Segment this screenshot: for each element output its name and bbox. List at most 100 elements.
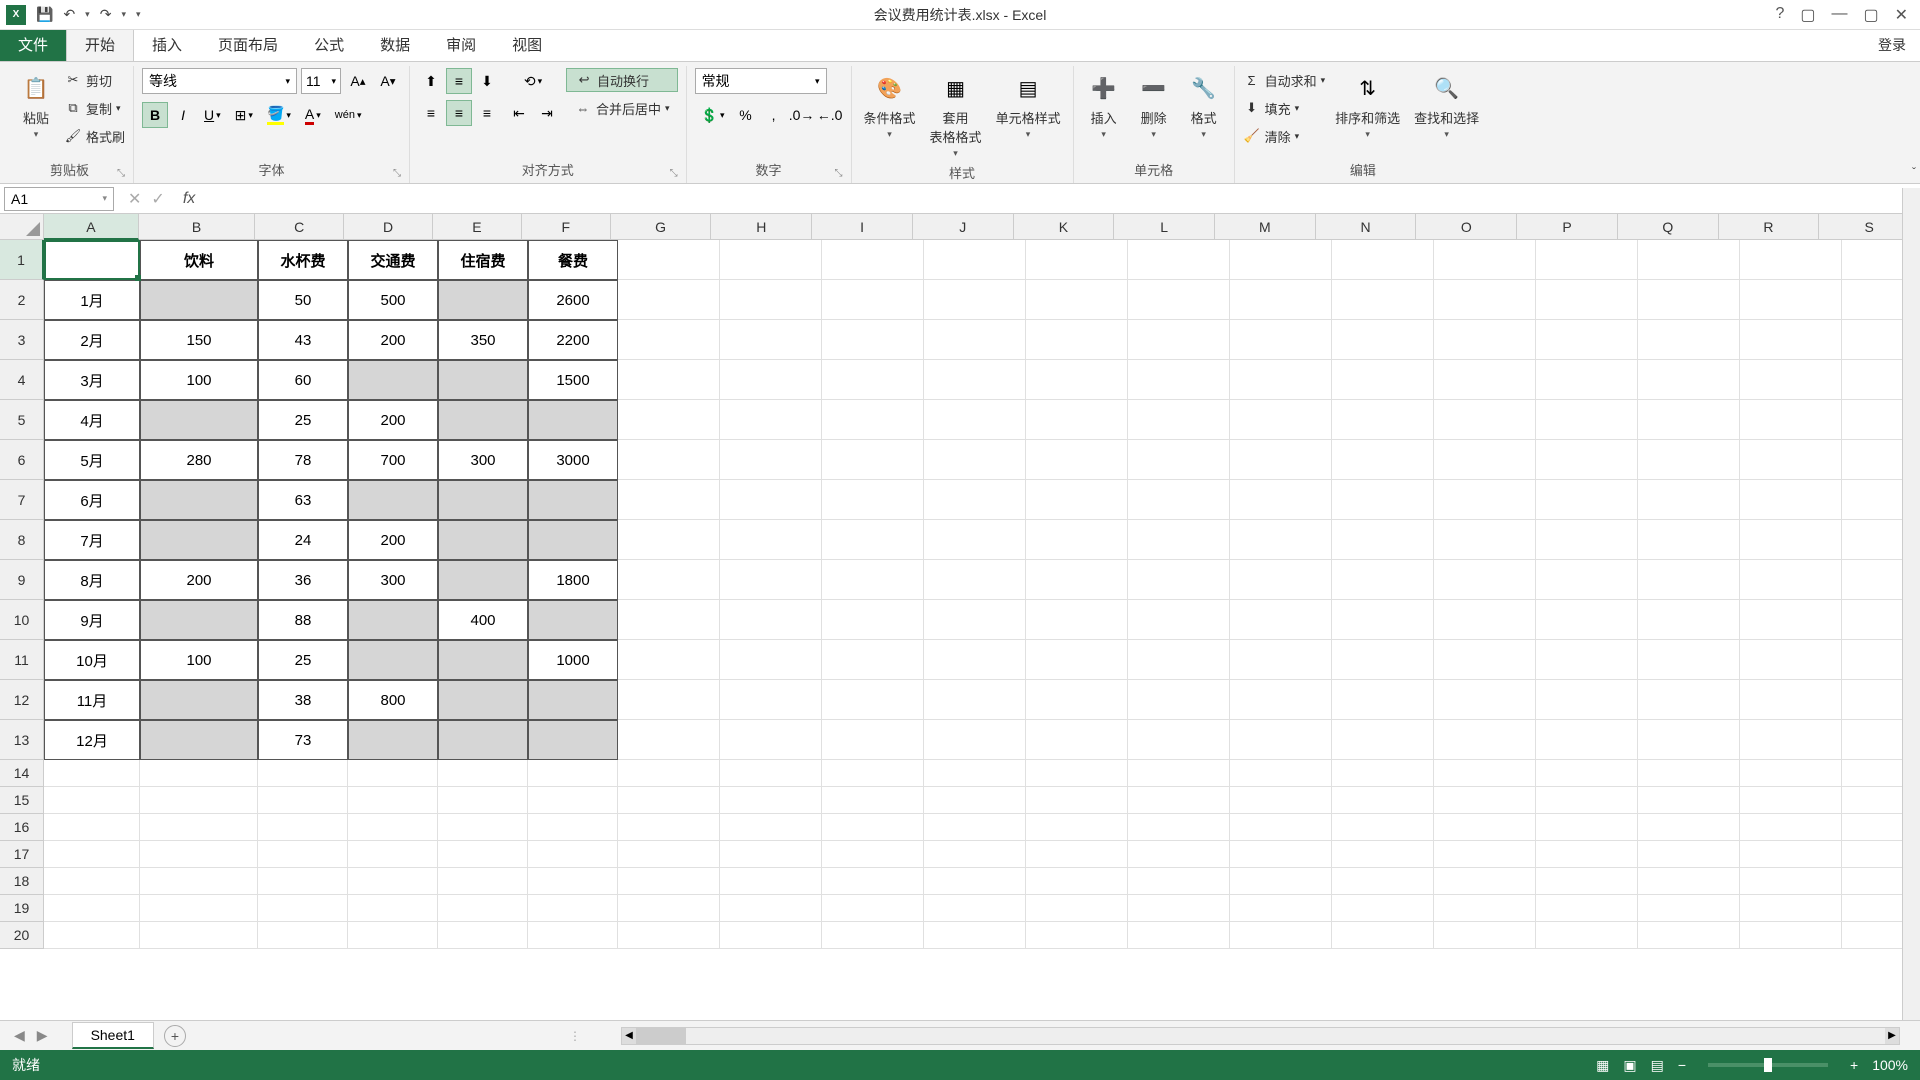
bold-button[interactable]: B	[142, 102, 168, 128]
cell[interactable]: 1500	[528, 360, 618, 400]
cell[interactable]: 800	[348, 680, 438, 720]
font-color-button[interactable]: A▾	[299, 102, 327, 128]
align-middle-button[interactable]: ≡	[446, 68, 472, 94]
vertical-scrollbar[interactable]	[1902, 188, 1920, 1020]
cell[interactable]	[720, 841, 822, 868]
cell[interactable]	[924, 841, 1026, 868]
cell[interactable]	[618, 814, 720, 841]
cell[interactable]	[1434, 560, 1536, 600]
cell[interactable]	[1332, 787, 1434, 814]
cell[interactable]	[1230, 760, 1332, 787]
cell[interactable]	[1026, 360, 1128, 400]
cell[interactable]	[924, 760, 1026, 787]
cell[interactable]	[438, 280, 528, 320]
cell[interactable]	[1128, 760, 1230, 787]
row-header[interactable]: 19	[0, 895, 44, 922]
cell[interactable]	[1638, 440, 1740, 480]
column-header[interactable]: E	[433, 214, 522, 240]
scroll-right-icon[interactable]: ▶	[1885, 1028, 1899, 1044]
cell[interactable]	[1332, 400, 1434, 440]
cell[interactable]: 500	[348, 280, 438, 320]
font-size-select[interactable]: 11▾	[301, 68, 341, 94]
cell[interactable]	[924, 560, 1026, 600]
cell[interactable]	[1230, 400, 1332, 440]
cell[interactable]	[822, 320, 924, 360]
cell[interactable]	[1026, 440, 1128, 480]
column-header[interactable]: F	[522, 214, 611, 240]
cell[interactable]	[1434, 320, 1536, 360]
cell[interactable]	[1332, 720, 1434, 760]
cell[interactable]	[924, 680, 1026, 720]
cell[interactable]	[1332, 560, 1434, 600]
cut-button[interactable]: ✂剪切	[64, 68, 125, 92]
tab-data[interactable]: 数据	[362, 28, 428, 61]
cell[interactable]	[822, 680, 924, 720]
cell[interactable]	[618, 360, 720, 400]
cell[interactable]	[1128, 841, 1230, 868]
column-header[interactable]: A	[44, 214, 139, 240]
column-header[interactable]: B	[139, 214, 256, 240]
cell[interactable]	[720, 680, 822, 720]
cell[interactable]	[618, 787, 720, 814]
cell[interactable]: 280	[140, 440, 258, 480]
cell[interactable]	[720, 868, 822, 895]
cell[interactable]	[924, 520, 1026, 560]
cell[interactable]: 12月	[44, 720, 140, 760]
row-header[interactable]: 7	[0, 480, 44, 520]
cell[interactable]	[1128, 922, 1230, 949]
cell[interactable]	[720, 440, 822, 480]
increase-font-button[interactable]: A▴	[345, 68, 371, 94]
cell[interactable]	[924, 720, 1026, 760]
column-header[interactable]: Q	[1618, 214, 1719, 240]
cell[interactable]: 25	[258, 400, 348, 440]
cell[interactable]	[44, 760, 140, 787]
cell[interactable]: 4月	[44, 400, 140, 440]
cell[interactable]	[1740, 895, 1842, 922]
cell[interactable]: 住宿费	[438, 240, 528, 280]
cell[interactable]: 200	[348, 400, 438, 440]
cell[interactable]	[1332, 600, 1434, 640]
cell[interactable]	[1536, 320, 1638, 360]
minimize-icon[interactable]: —	[1831, 5, 1847, 25]
cell[interactable]	[1128, 280, 1230, 320]
cell[interactable]: 73	[258, 720, 348, 760]
cell[interactable]	[1128, 360, 1230, 400]
cell[interactable]	[348, 814, 438, 841]
cell[interactable]	[822, 280, 924, 320]
cell[interactable]	[528, 922, 618, 949]
cell[interactable]	[1026, 400, 1128, 440]
cell[interactable]	[1128, 814, 1230, 841]
column-header[interactable]: D	[344, 214, 433, 240]
cell[interactable]: 36	[258, 560, 348, 600]
cell[interactable]	[1128, 868, 1230, 895]
cell[interactable]	[1740, 760, 1842, 787]
align-top-button[interactable]: ⬆	[418, 68, 444, 94]
column-header[interactable]: K	[1014, 214, 1115, 240]
cell[interactable]	[348, 600, 438, 640]
cell[interactable]: 交通费	[348, 240, 438, 280]
cell[interactable]	[140, 895, 258, 922]
italic-button[interactable]: I	[170, 102, 196, 128]
cell[interactable]	[1434, 360, 1536, 400]
cell[interactable]	[1230, 922, 1332, 949]
wrap-text-button[interactable]: ↩自动换行	[566, 68, 678, 92]
cell[interactable]	[1026, 720, 1128, 760]
cell[interactable]	[1638, 868, 1740, 895]
cell[interactable]	[140, 868, 258, 895]
row-header[interactable]: 12	[0, 680, 44, 720]
cell[interactable]	[1536, 360, 1638, 400]
cell[interactable]	[140, 922, 258, 949]
zoom-in-icon[interactable]: +	[1850, 1057, 1858, 1073]
cell[interactable]	[528, 760, 618, 787]
cell[interactable]	[924, 240, 1026, 280]
accounting-button[interactable]: 💲▾	[695, 102, 731, 128]
cell[interactable]	[1026, 841, 1128, 868]
cell[interactable]	[1332, 360, 1434, 400]
border-button[interactable]: ⊞▾	[229, 102, 259, 128]
cell[interactable]	[822, 560, 924, 600]
tab-insert[interactable]: 插入	[134, 28, 200, 61]
cell[interactable]	[1230, 520, 1332, 560]
cell[interactable]	[1128, 720, 1230, 760]
cell[interactable]	[438, 841, 528, 868]
cell[interactable]	[44, 787, 140, 814]
